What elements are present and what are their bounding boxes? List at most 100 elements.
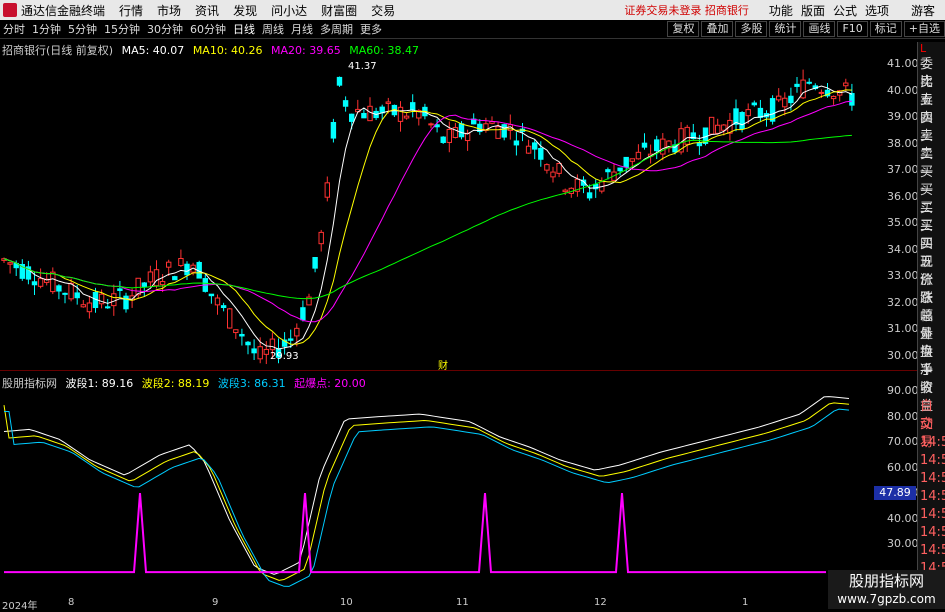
- menu-news[interactable]: 资讯: [195, 2, 219, 19]
- right-label[interactable]: 卖三: [918, 110, 945, 144]
- mark-button[interactable]: 标记: [869, 21, 902, 37]
- month-label: 8: [68, 597, 75, 608]
- candle-body: [233, 329, 239, 334]
- indicator-chart[interactable]: [0, 386, 885, 596]
- menu-quotes[interactable]: 行情: [119, 2, 143, 19]
- right-label[interactable]: 卖四: [918, 92, 945, 126]
- f10-button[interactable]: F10: [837, 21, 868, 37]
- qibaodian-line: [4, 493, 826, 574]
- tab-60min[interactable]: 60分钟: [187, 21, 229, 37]
- tab-multi[interactable]: 多周期: [317, 21, 356, 37]
- right-label[interactable]: 买一: [918, 164, 945, 198]
- restore-right-button[interactable]: 复权: [667, 21, 700, 37]
- period-toolbar: 分时 1分钟 5分钟 15分钟 30分钟 60分钟 日线 周线 月线 多周期 更…: [0, 20, 945, 39]
- right-label[interactable]: 涨跌: [918, 272, 945, 306]
- candle-body: [184, 263, 190, 276]
- month-label: 10: [340, 597, 353, 608]
- candle-body: [214, 297, 221, 306]
- right-label[interactable]: 换手: [918, 344, 945, 378]
- candle-body: [263, 348, 270, 355]
- right-label[interactable]: 14:56: [918, 470, 945, 488]
- tab-more[interactable]: 更多: [357, 21, 385, 37]
- candle-body: [788, 95, 794, 104]
- right-label[interactable]: 净资: [918, 362, 945, 396]
- right-label[interactable]: 14:56: [918, 524, 945, 542]
- right-label[interactable]: 14:56: [918, 506, 945, 524]
- candle-body: [818, 91, 825, 94]
- right-label[interactable]: 买二: [918, 182, 945, 216]
- menu-ask[interactable]: 问小达: [271, 2, 307, 19]
- candle-body: [312, 257, 318, 269]
- menu-wealth[interactable]: 财富圈: [321, 2, 357, 19]
- watermark: 股朋指标网 www.7gpzb.com: [828, 570, 945, 609]
- right-label[interactable]: 卖一: [918, 146, 945, 180]
- candle-body: [629, 158, 635, 162]
- right-label[interactable]: 14:56: [918, 488, 945, 506]
- right-label[interactable]: 卖二: [918, 128, 945, 162]
- candle-body: [288, 338, 294, 341]
- menu-discover[interactable]: 发现: [233, 2, 257, 19]
- menu-layout[interactable]: 版面: [801, 2, 825, 19]
- menu-formula[interactable]: 公式: [833, 2, 857, 19]
- right-label[interactable]: 现价: [918, 254, 945, 288]
- sub-tick: 60.00: [887, 460, 919, 474]
- indicator-name[interactable]: 股朋指标网: [2, 377, 57, 390]
- menu-market[interactable]: 市场: [157, 2, 181, 19]
- tab-15min[interactable]: 15分钟: [101, 21, 143, 37]
- kline-chart[interactable]: 41.37 29.93 财: [0, 55, 885, 370]
- right-label[interactable]: 收益: [918, 380, 945, 414]
- candle-body: [776, 95, 782, 101]
- candle-body: [251, 348, 257, 354]
- right-label[interactable]: 委比: [918, 56, 945, 90]
- tab-monthly[interactable]: 月线: [288, 21, 316, 37]
- candle-body: [56, 285, 62, 292]
- candle-body: [501, 124, 507, 138]
- right-label[interactable]: 涨幅: [918, 290, 945, 324]
- stats-button[interactable]: 统计: [769, 21, 802, 37]
- candle-body: [495, 126, 501, 139]
- login-warning[interactable]: 证券交易未登录: [624, 4, 701, 17]
- right-label[interactable]: 14:56: [918, 542, 945, 560]
- tab-daily[interactable]: 日线: [230, 21, 258, 37]
- price-tick: 30.00: [887, 348, 919, 362]
- right-label[interactable]: 总量: [918, 308, 945, 342]
- right-label[interactable]: 买三: [918, 200, 945, 234]
- candle-body: [751, 102, 757, 106]
- candle-body: [544, 164, 550, 171]
- menu-guest[interactable]: 游客: [911, 2, 935, 19]
- candle-body: [458, 123, 465, 138]
- candle-body: [159, 281, 166, 286]
- sub-tick: 80.00: [887, 409, 919, 423]
- tab-1min[interactable]: 1分钟: [29, 21, 64, 37]
- multi-stock-button[interactable]: 多股: [735, 21, 768, 37]
- tab-5min[interactable]: 5分钟: [65, 21, 100, 37]
- bank-link[interactable]: 招商银行: [705, 4, 749, 17]
- tab-weekly[interactable]: 周线: [259, 21, 287, 37]
- add-watchlist-button[interactable]: +自选: [903, 21, 945, 37]
- right-label[interactable]: 卖五: [918, 74, 945, 108]
- right-label[interactable]: 14:56: [918, 434, 945, 452]
- tab-timeshare[interactable]: 分时: [0, 21, 28, 37]
- candle-body: [80, 304, 86, 308]
- candle-body: [245, 341, 251, 346]
- right-panel: L 委比 卖五 卖四 卖三 卖二 卖一 买一 买二 买三 买四 买五 现价 涨跌 涨幅 总量 外盘 换手 净资 收益…: [917, 42, 945, 609]
- menu-func[interactable]: 功能: [769, 2, 793, 19]
- menu-options[interactable]: 选项: [865, 2, 889, 19]
- draw-line-button[interactable]: 画线: [803, 21, 836, 37]
- right-label[interactable]: 自动: [918, 398, 945, 432]
- overlay-button[interactable]: 叠加: [701, 21, 734, 37]
- tab-30min[interactable]: 30分钟: [144, 21, 186, 37]
- menu-trade[interactable]: 交易: [371, 2, 395, 19]
- right-label[interactable]: 买五: [918, 236, 945, 270]
- ma60-line: [3, 134, 852, 300]
- right-label[interactable]: 14:56: [918, 452, 945, 470]
- right-label[interactable]: 买四: [918, 218, 945, 252]
- candle-body: [117, 288, 123, 291]
- qibaodian-label: 起爆点: 20.00: [294, 377, 366, 390]
- price-tick: 32.00: [887, 295, 919, 309]
- candle-body: [794, 83, 800, 87]
- candle-body: [300, 307, 306, 321]
- candle-body: [318, 231, 324, 245]
- right-label[interactable]: 外盘: [918, 326, 945, 360]
- right-label[interactable]: 交易: [918, 416, 945, 450]
